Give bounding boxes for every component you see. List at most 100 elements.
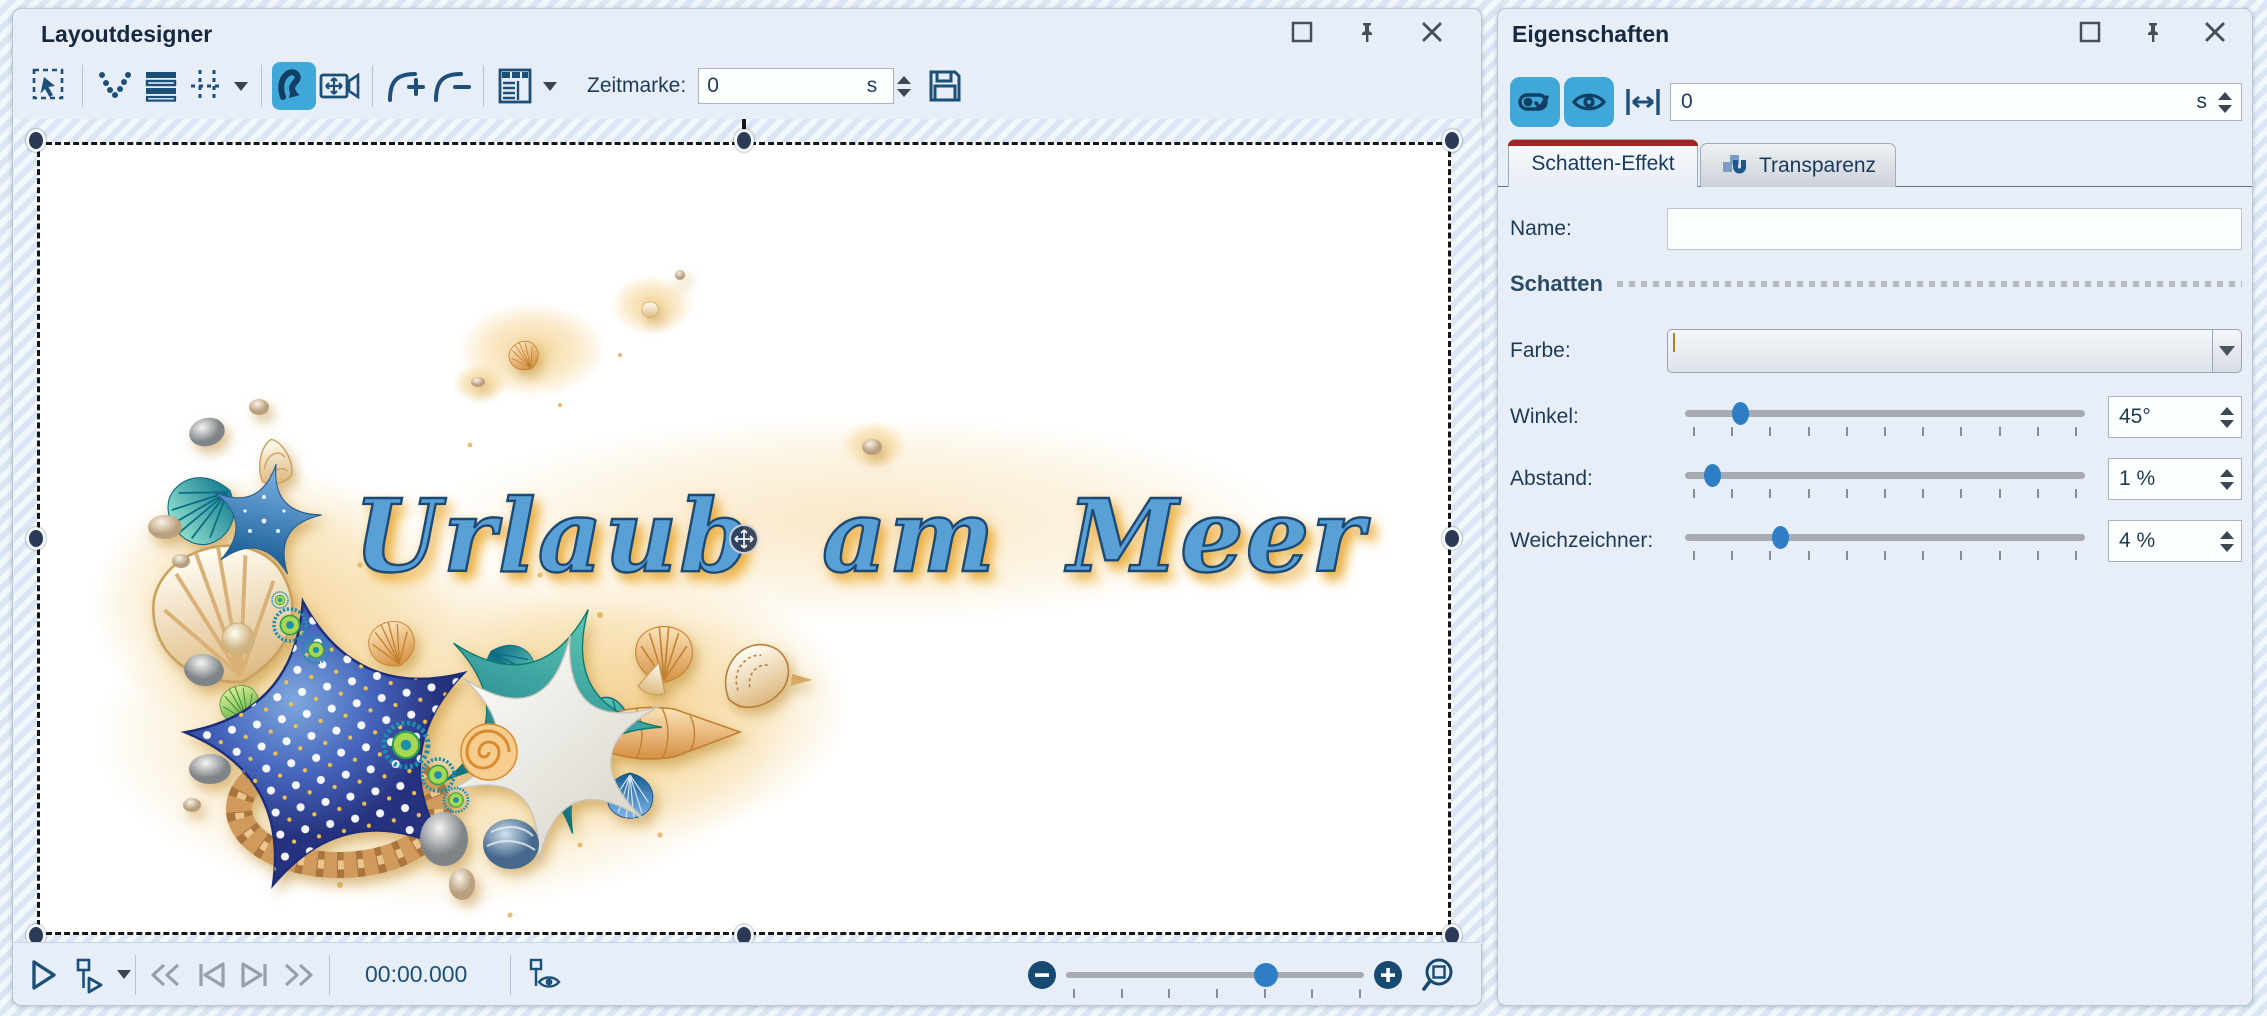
panel-title: Eigenschaften xyxy=(1512,21,1669,48)
abstand-slider[interactable] xyxy=(1685,456,2085,502)
zoom-in-icon xyxy=(1372,959,1404,991)
winkel-value-input[interactable]: 45° xyxy=(2108,396,2242,438)
zoom-fit-button[interactable] xyxy=(1421,943,1459,1006)
resize-handle-middle-left[interactable] xyxy=(26,527,46,550)
marquee-select-icon xyxy=(31,67,69,105)
table-view-dropdown[interactable] xyxy=(543,82,557,91)
grid-dropdown[interactable] xyxy=(234,82,248,91)
marquee-select-button[interactable] xyxy=(28,62,72,110)
rewind-button[interactable] xyxy=(147,943,183,1006)
weichzeichner-slider[interactable] xyxy=(1685,518,2085,564)
maximize-icon xyxy=(2078,20,2102,44)
abstand-slider-thumb[interactable] xyxy=(1704,464,1721,487)
time-spinner[interactable] xyxy=(2215,92,2235,113)
play-button[interactable] xyxy=(27,943,59,1006)
maximize-button[interactable] xyxy=(1287,17,1317,47)
canvas-zoom-slider[interactable] xyxy=(1066,972,1364,978)
remove-curve-point-icon xyxy=(431,67,471,105)
name-label: Name: xyxy=(1510,217,1667,241)
tab-schatten-effekt[interactable]: Schatten-Effekt xyxy=(1508,139,1698,187)
preview-marker-button[interactable] xyxy=(525,943,565,1006)
weichzeichner-spinner[interactable] xyxy=(2217,531,2237,552)
zoom-out-button[interactable] xyxy=(1026,943,1058,1006)
weichzeichner-slider-thumb[interactable] xyxy=(1772,526,1789,549)
resize-handle-bottom-middle[interactable] xyxy=(734,924,754,944)
layers-button[interactable] xyxy=(139,62,183,110)
chevron-down-icon xyxy=(2219,346,2235,356)
fast-forward-button[interactable] xyxy=(281,943,317,1006)
save-icon xyxy=(926,67,964,105)
layout-toolbar: Zeitmarke: 0 s xyxy=(13,53,1481,119)
previous-frame-button[interactable] xyxy=(193,943,229,1006)
point-curve-button[interactable] xyxy=(93,62,137,110)
panel-title: Layoutdesigner xyxy=(41,21,212,48)
remove-curve-point-button[interactable] xyxy=(429,62,473,110)
next-frame-icon xyxy=(237,959,273,991)
weichzeichner-value-input[interactable]: 4 % xyxy=(2108,520,2242,562)
playbar-separator xyxy=(510,955,511,995)
pin-button[interactable] xyxy=(1352,17,1382,47)
close-button[interactable] xyxy=(2200,17,2230,47)
close-icon xyxy=(1420,20,1444,44)
zoom-slider-thumb[interactable] xyxy=(1254,963,1278,987)
pin-icon xyxy=(1355,20,1379,44)
slider-ticks xyxy=(1693,551,2077,560)
property-tabs: Schatten-Effekt Transparenz xyxy=(1498,139,2252,187)
zeitmarke-label: Zeitmarke: xyxy=(587,74,686,98)
add-curve-point-button[interactable] xyxy=(383,62,427,110)
resize-handle-top-middle[interactable] xyxy=(734,129,754,152)
slider-track xyxy=(1685,472,2085,479)
layoutdesigner-panel: Layoutdesigner xyxy=(12,8,1482,1006)
name-input[interactable] xyxy=(1667,208,2242,250)
table-view-button[interactable] xyxy=(494,62,538,110)
width-arrows-icon xyxy=(1624,84,1662,120)
motion-path-button[interactable] xyxy=(272,62,316,110)
toolbar-separator xyxy=(261,65,262,107)
table-view-icon xyxy=(497,66,535,106)
object-time-input[interactable]: 0 s xyxy=(1670,83,2242,121)
winkel-spinner[interactable] xyxy=(2217,407,2237,428)
winkel-slider-thumb[interactable] xyxy=(1732,402,1749,425)
resize-handle-middle-right[interactable] xyxy=(1442,527,1462,550)
motion-path-icon xyxy=(274,65,314,107)
close-icon xyxy=(2203,20,2227,44)
zoom-in-button[interactable] xyxy=(1372,943,1404,1006)
eigenschaften-panel: Eigenschaften 0 s xyxy=(1497,8,2253,1006)
add-curve-point-icon xyxy=(385,67,425,105)
abstand-spinner[interactable] xyxy=(2217,469,2237,490)
play-from-marker-button[interactable] xyxy=(71,943,105,1006)
resize-handle-bottom-right[interactable] xyxy=(1442,924,1462,944)
zeitmarke-spinner[interactable] xyxy=(894,76,914,97)
camera-view-button[interactable] xyxy=(318,62,362,110)
slider-ticks xyxy=(1693,489,2077,498)
toolbar-separator xyxy=(372,65,373,107)
shadow-color-button[interactable] xyxy=(1667,329,2214,373)
playback-bar: 00:00.000 xyxy=(13,942,1481,1005)
resize-handle-top-left[interactable] xyxy=(26,129,46,152)
save-button[interactable] xyxy=(926,67,964,105)
farbe-label: Farbe: xyxy=(1510,339,1667,363)
maximize-button[interactable] xyxy=(2075,17,2105,47)
abstand-value-input[interactable]: 1 % xyxy=(2108,458,2242,500)
winkel-slider[interactable] xyxy=(1685,394,2085,440)
fast-forward-icon xyxy=(281,959,317,991)
zeitmarke-input[interactable]: 0 s xyxy=(698,68,894,104)
tab-label: Schatten-Effekt xyxy=(1531,152,1674,176)
shadow-color-dropdown[interactable] xyxy=(2213,329,2242,373)
pin-button[interactable] xyxy=(2138,17,2168,47)
tab-transparenz[interactable]: Transparenz xyxy=(1700,143,1896,187)
grid-button[interactable] xyxy=(185,62,229,110)
toggle-active-button[interactable] xyxy=(1510,77,1560,127)
move-handle[interactable] xyxy=(729,524,759,554)
zoom-fit-icon xyxy=(1421,956,1459,994)
duration-button[interactable] xyxy=(1624,84,1662,120)
close-button[interactable] xyxy=(1417,17,1447,47)
visibility-button[interactable] xyxy=(1564,77,1614,127)
resize-handle-bottom-left[interactable] xyxy=(26,924,46,944)
play-options-dropdown[interactable] xyxy=(113,943,135,1006)
layers-icon xyxy=(142,67,180,105)
resize-handle-top-right[interactable] xyxy=(1442,129,1462,152)
toolbar-separator xyxy=(82,65,83,107)
previous-frame-icon xyxy=(193,959,229,991)
next-frame-button[interactable] xyxy=(237,943,273,1006)
